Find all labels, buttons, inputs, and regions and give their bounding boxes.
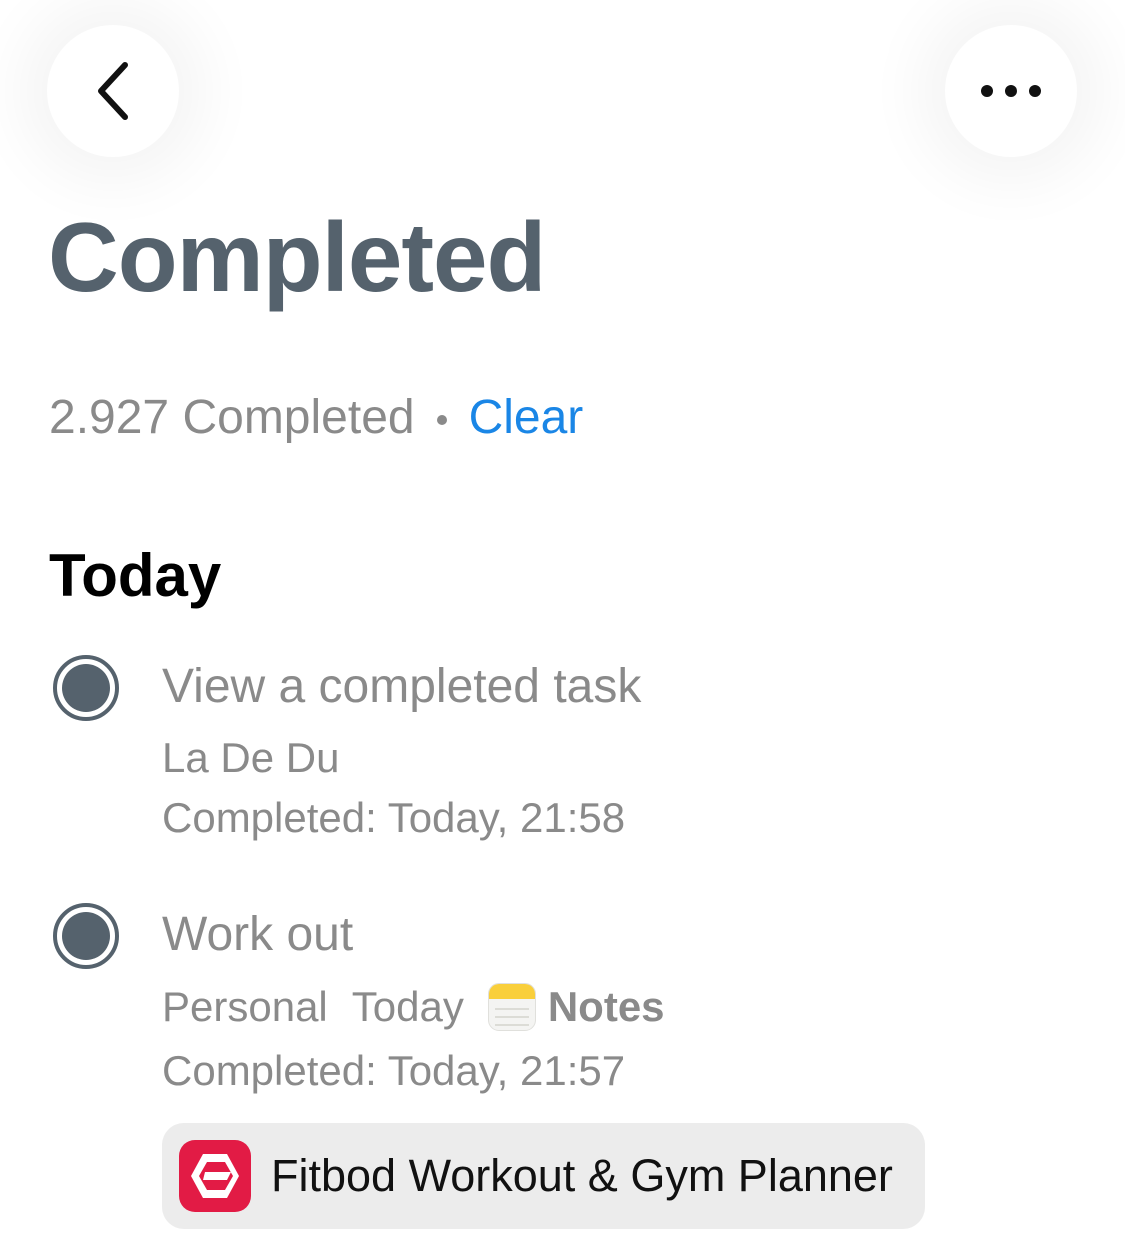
task-meta: La De Du xyxy=(162,734,340,781)
clear-link[interactable]: Clear xyxy=(469,391,584,445)
task-source-label[interactable]: Notes xyxy=(548,983,665,1030)
fitbod-app-icon xyxy=(179,1140,251,1212)
linked-app-name: Fitbod Workout & Gym Planner xyxy=(271,1150,893,1201)
completed-summary: 2.927 Completed Clear xyxy=(49,391,584,445)
completed-count: 2.927 Completed xyxy=(49,391,415,444)
notes-app-icon xyxy=(487,983,536,1031)
page-title: Completed xyxy=(48,202,546,312)
completed-checkbox[interactable] xyxy=(53,655,119,721)
fitbod-logo-icon xyxy=(191,1154,239,1198)
task-completed-time: Completed: Today, 21:58 xyxy=(162,794,626,841)
completed-checkbox[interactable] xyxy=(53,903,119,969)
checkbox-fill xyxy=(62,912,110,960)
ellipsis-horizontal-icon xyxy=(981,85,1041,97)
checkbox-fill xyxy=(62,664,110,712)
task-project: Personal xyxy=(162,982,328,1030)
back-button[interactable] xyxy=(47,25,179,157)
linked-app-chip[interactable]: Fitbod Workout & Gym Planner xyxy=(162,1123,925,1229)
completed-screen: Completed 2.927 Completed Clear Today Vi… xyxy=(0,0,1125,1257)
task-title: Work out xyxy=(162,908,354,961)
task-meta: Personal Today Notes xyxy=(162,983,665,1031)
task-title: View a completed task xyxy=(162,660,642,713)
more-options-button[interactable] xyxy=(945,25,1077,157)
task-completed-time: Completed: Today, 21:57 xyxy=(162,1047,626,1094)
task-due: Today xyxy=(351,982,464,1030)
task-project: La De Du xyxy=(162,734,340,781)
chevron-left-icon xyxy=(98,62,128,120)
section-heading-today: Today xyxy=(49,542,222,609)
separator-dot xyxy=(436,415,447,426)
